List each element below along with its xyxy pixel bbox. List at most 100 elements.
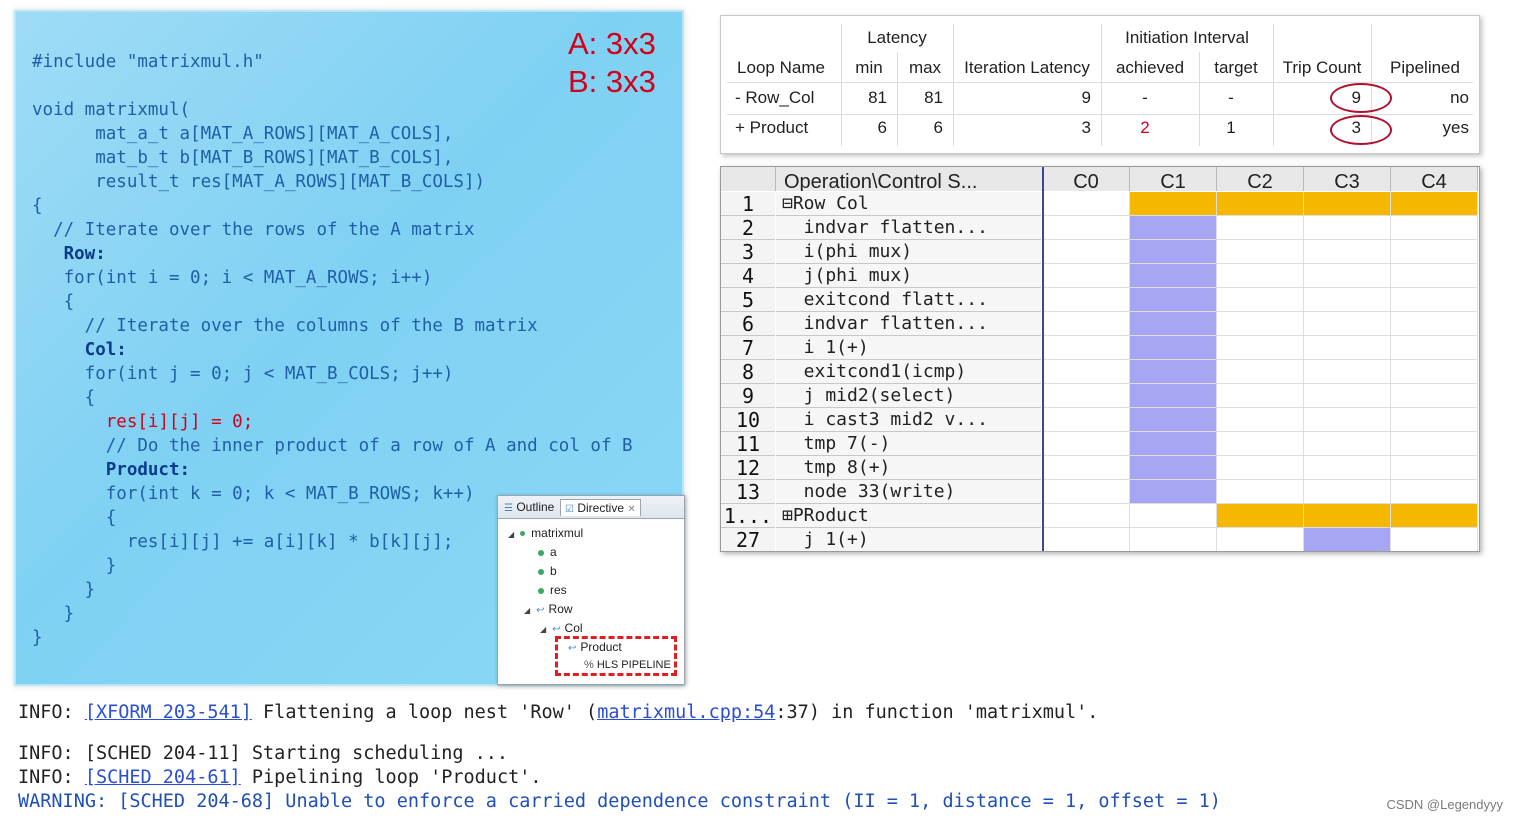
tree-item-col[interactable]: ◢ ↩ Col: [540, 621, 583, 635]
row-number: 12: [721, 456, 775, 480]
console-link-source[interactable]: matrixmul.cpp:54: [597, 702, 775, 723]
column-separator: [1042, 167, 1044, 551]
row-number: 6: [721, 312, 775, 336]
operation-name[interactable]: tmp 8(+): [776, 456, 1041, 480]
header-control-step[interactable]: C1: [1130, 167, 1217, 191]
schedule-cell: [1391, 528, 1478, 551]
schedule-cell: [1304, 480, 1391, 504]
schedule-cell: [1130, 384, 1217, 408]
column-header: Pipelined: [1390, 58, 1460, 77]
operation-name[interactable]: ⊟Row Col: [776, 192, 1041, 216]
schedule-cell: [1304, 312, 1391, 336]
column-header: max: [908, 58, 942, 77]
operation-name[interactable]: node 33(write): [776, 480, 1041, 504]
loop-icon: ↩: [536, 605, 545, 616]
code-line: {: [32, 292, 75, 312]
console-line-3: INFO: [SCHED 204-61] Pipelining loop 'Pr…: [18, 767, 542, 788]
schedule-cell: [1130, 432, 1217, 456]
schedule-cell: [1217, 432, 1304, 456]
operation-name[interactable]: i(phi mux): [776, 240, 1041, 264]
schedule-cell: [1043, 312, 1130, 336]
schedule-cell: [1391, 480, 1478, 504]
schedule-cell: [1130, 264, 1217, 288]
table-cell: 6: [933, 118, 943, 137]
schedule-cell: [1217, 360, 1304, 384]
schedule-cell: [1043, 528, 1130, 551]
schedule-cell: [1043, 360, 1130, 384]
operation-name[interactable]: j(phi mux): [776, 264, 1041, 288]
operation-name[interactable]: ⊞PRoduct: [776, 504, 1041, 528]
column-header: target: [1214, 58, 1258, 77]
schedule-cell: [1217, 240, 1304, 264]
code-line: {: [32, 388, 96, 408]
operation-name[interactable]: exitcond1(icmp): [776, 360, 1041, 384]
schedule-cell: [1304, 216, 1391, 240]
tree-item-row[interactable]: ◢ ↩ Row: [524, 602, 573, 616]
loop-icon: ↩: [552, 624, 561, 635]
code-line: // Iterate over the rows of the A matrix: [32, 220, 475, 240]
trip-count-highlight: [1330, 115, 1392, 145]
schedule-cell: [1130, 288, 1217, 312]
table-divider: [1101, 24, 1102, 146]
tab-outline[interactable]: ☰ Outline: [500, 499, 558, 515]
row-number: 10: [721, 408, 775, 432]
schedule-cell: [1217, 480, 1304, 504]
schedule-cell: [1304, 384, 1391, 408]
header-control-step[interactable]: C4: [1391, 167, 1478, 191]
row-number: 3: [721, 240, 775, 264]
tree-item-matrixmul[interactable]: ◢ matrixmul: [508, 526, 583, 540]
schedule-cell: [1130, 480, 1217, 504]
operation-name[interactable]: j 1(+): [776, 528, 1041, 551]
schedule-cell: [1391, 288, 1478, 312]
schedule-cell: [1043, 264, 1130, 288]
operation-name[interactable]: indvar flatten...: [776, 216, 1041, 240]
schedule-cell: [1304, 264, 1391, 288]
operation-name[interactable]: indvar flatten...: [776, 312, 1041, 336]
header-control-step[interactable]: C0: [1043, 167, 1130, 191]
header-control-step[interactable]: C3: [1304, 167, 1391, 191]
operation-name[interactable]: tmp 7(-): [776, 432, 1041, 456]
code-line: // Iterate over the columns of the B mat…: [32, 316, 538, 336]
schedule-cell: [1217, 336, 1304, 360]
schedule-cell: [1130, 216, 1217, 240]
tree-item-b[interactable]: b: [538, 564, 557, 578]
table-divider: [897, 52, 898, 146]
schedule-cell: [1391, 408, 1478, 432]
tab-directive[interactable]: ☑ Directive ✕: [560, 499, 641, 516]
header-control-step[interactable]: C2: [1217, 167, 1304, 191]
console-link-xform[interactable]: [XFORM 203-541]: [85, 702, 252, 723]
schedule-cell: [1391, 384, 1478, 408]
group-header-latency: Latency: [867, 28, 927, 47]
schedule-cell: [1043, 336, 1130, 360]
code-line: mat_b_t b[MAT_B_ROWS][MAT_B_COLS],: [32, 148, 454, 168]
operation-name[interactable]: j mid2(select): [776, 384, 1041, 408]
tree-item-a[interactable]: a: [538, 545, 557, 559]
schedule-cell: [1304, 528, 1391, 551]
row-number: 2: [721, 216, 775, 240]
schedule-cell: [1130, 504, 1217, 528]
tree-item-res[interactable]: res: [538, 583, 567, 597]
schedule-cell: [1391, 360, 1478, 384]
code-line: for(int j = 0; j < MAT_B_COLS; j++): [32, 364, 454, 384]
header-operation[interactable]: Operation\Control S...: [776, 167, 1043, 191]
schedule-cell: [1304, 408, 1391, 432]
schedule-cell: [1391, 216, 1478, 240]
schedule-cell: [1391, 456, 1478, 480]
watermark: CSDN @Legendyyy: [1386, 797, 1503, 812]
operation-name[interactable]: exitcond flatt...: [776, 288, 1041, 312]
schedule-cell: [1130, 360, 1217, 384]
operation-name[interactable]: i 1(+): [776, 336, 1041, 360]
schedule-cell: [1043, 384, 1130, 408]
schedule-cell: [1217, 528, 1304, 551]
schedule-cell: [1043, 288, 1130, 312]
console-link-sched[interactable]: [SCHED 204-61]: [85, 767, 241, 788]
schedule-cell: [1304, 192, 1391, 216]
operation-name[interactable]: i cast3 mid2 v...: [776, 408, 1041, 432]
schedule-cell: [1217, 288, 1304, 312]
code-line: }: [32, 580, 96, 600]
schedule-cell: [1130, 240, 1217, 264]
schedule-cell: [1130, 312, 1217, 336]
table-cell: + Product: [735, 118, 809, 137]
schedule-cell: [1304, 336, 1391, 360]
table-cell: 81: [868, 88, 887, 107]
